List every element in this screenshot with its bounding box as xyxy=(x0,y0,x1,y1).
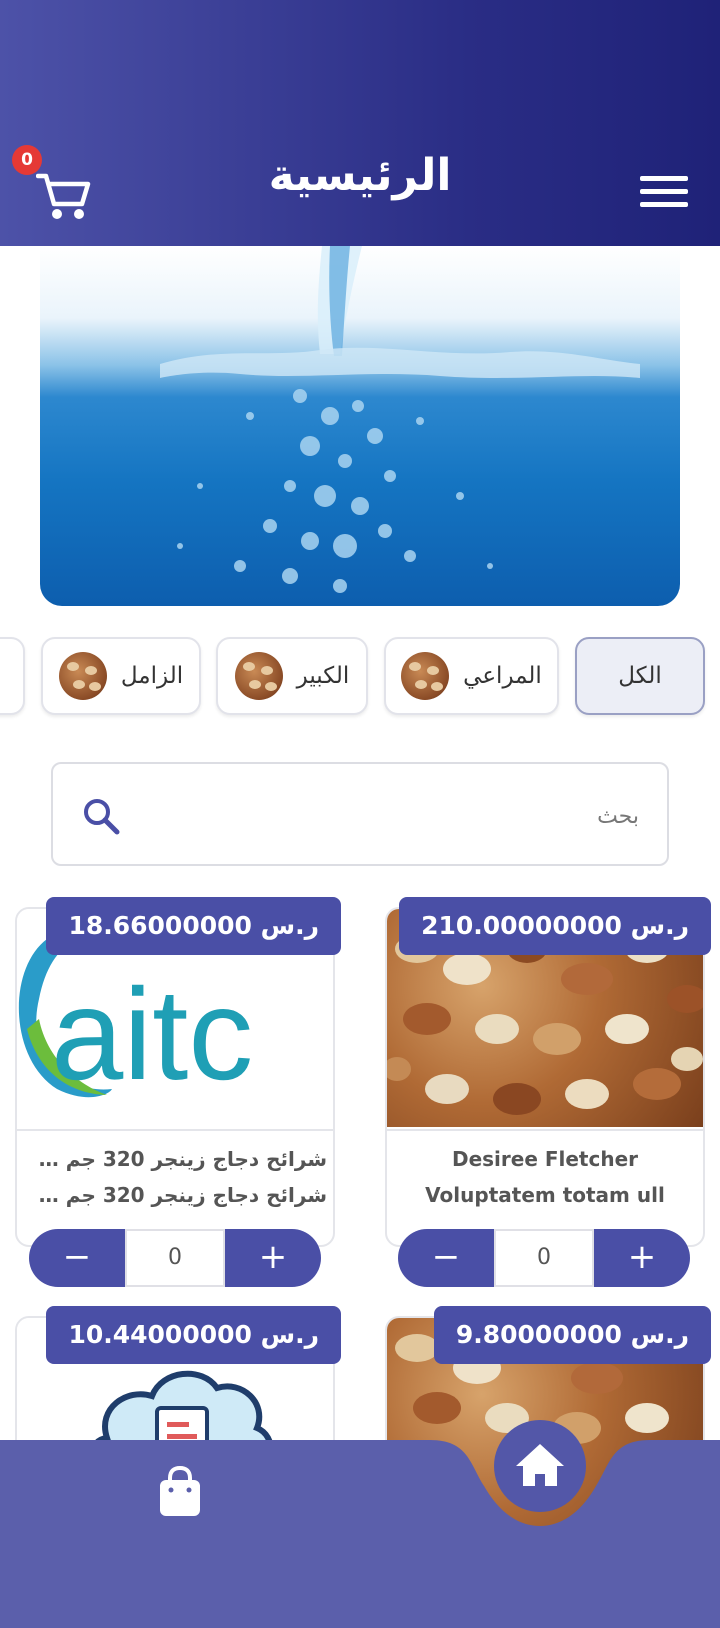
product-name-line: شرائح دجاج زينجر 320 جم ×... xyxy=(23,1183,327,1207)
home-icon xyxy=(516,1444,564,1486)
category-label: الكل xyxy=(618,663,662,689)
product-name-line: شرائح دجاج زينجر 320 جم ×... xyxy=(23,1147,327,1171)
product-name: Desiree Fletcher Voluptatem totam ull xyxy=(393,1141,697,1213)
category-nuts-image xyxy=(234,652,283,700)
cart-count-badge: 0 xyxy=(12,145,42,175)
decrease-button[interactable]: − xyxy=(398,1229,494,1287)
category-nuts-image xyxy=(58,652,107,700)
product-name-line: Voluptatem totam ull xyxy=(425,1183,665,1207)
divider xyxy=(17,1129,333,1131)
category-chip-alzamil[interactable]: الزامل xyxy=(41,637,201,715)
product-price: 9.80000000 ر.س xyxy=(433,1306,711,1364)
product-price: 210.00000000 ر.س xyxy=(399,897,711,955)
banner-image[interactable] xyxy=(40,246,680,606)
quantity-value[interactable]: 0 xyxy=(125,1229,225,1287)
quantity-value[interactable]: 0 xyxy=(494,1229,594,1287)
quantity-stepper: − 0 + xyxy=(29,1229,321,1287)
increase-button[interactable]: + xyxy=(225,1229,321,1287)
decrease-button[interactable]: − xyxy=(29,1229,125,1287)
product-price: 18.66000000 ر.س xyxy=(46,897,341,955)
product-card[interactable]: aitc 18.66000000 ر.س شرائح دجاج زينجر 32… xyxy=(15,897,341,1247)
menu-icon[interactable] xyxy=(640,176,688,212)
product-name-line: Desiree Fletcher xyxy=(451,1147,639,1171)
search-input[interactable] xyxy=(159,796,639,836)
logo-text: aitc xyxy=(51,961,253,1107)
category-chip-partial[interactable] xyxy=(0,637,25,715)
category-chip-almarai[interactable]: المراعي xyxy=(384,637,559,715)
bottom-nav-bar xyxy=(0,1440,720,1628)
product-card[interactable]: 210.00000000 ر.س Desiree Fletcher Volupt… xyxy=(385,897,711,1247)
home-button[interactable] xyxy=(494,1420,586,1512)
bottom-nav xyxy=(0,1440,720,1628)
category-nuts-image xyxy=(401,652,450,700)
divider xyxy=(387,1129,703,1131)
shopping-bag-icon[interactable] xyxy=(158,1466,202,1518)
category-label: المراعي xyxy=(463,663,542,689)
increase-button[interactable]: + xyxy=(594,1229,690,1287)
product-price: 10.44000000 ر.س xyxy=(46,1306,341,1364)
category-chip-all[interactable]: الكل xyxy=(575,637,705,715)
quantity-stepper: − 0 + xyxy=(398,1229,690,1287)
category-chips: الكل المراعي الكبير الزامل xyxy=(0,637,720,715)
screen: الرئيسية 0 الكل المراعي الكبير الزامل بح… xyxy=(0,0,720,1628)
category-chip-alkabeer[interactable]: الكبير xyxy=(216,637,368,715)
page-title: الرئيسية xyxy=(268,150,452,201)
app-header: الرئيسية 0 xyxy=(0,0,720,246)
category-label: الزامل xyxy=(120,663,184,689)
search-box xyxy=(51,762,669,866)
search-icon[interactable] xyxy=(81,796,121,836)
cart-icon[interactable] xyxy=(36,170,92,222)
category-label: الكبير xyxy=(296,663,350,689)
product-name: شرائح دجاج زينجر 320 جم ×... شرائح دجاج … xyxy=(23,1141,327,1213)
